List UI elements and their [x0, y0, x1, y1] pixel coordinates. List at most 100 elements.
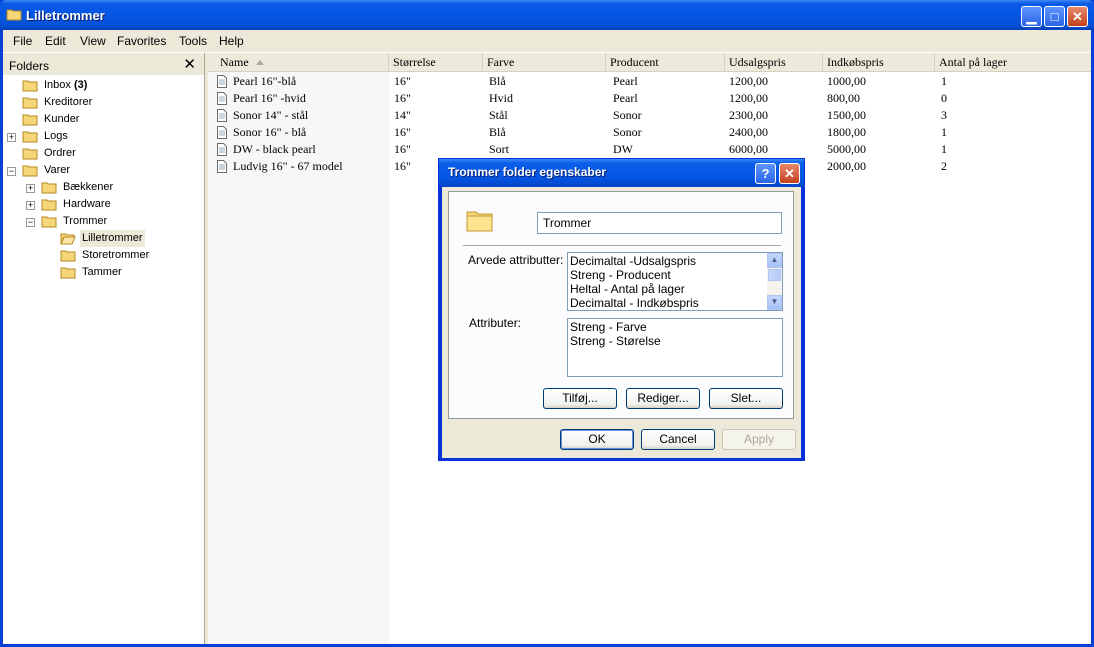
folder-icon: [41, 199, 57, 211]
open-folder-icon: [60, 233, 76, 245]
inherited-attributes-list[interactable]: Decimaltal -Udsalgspris Streng - Produce…: [567, 252, 783, 311]
list-item[interactable]: Decimaltal - Indkøbspris: [570, 296, 699, 310]
folder-icon: [6, 9, 22, 21]
menu-bar: File Edit View Favorites Tools Help: [3, 30, 1091, 53]
folders-pane: Folders ✕ Inbox (3) Kreditorer Kunder +: [3, 53, 205, 644]
collapse-icon[interactable]: −: [26, 218, 35, 227]
cancel-button[interactable]: Cancel: [641, 429, 715, 450]
folders-title: Folders: [9, 59, 50, 73]
add-attribute-button[interactable]: Tilføj...: [543, 388, 617, 409]
collapse-icon[interactable]: −: [7, 167, 16, 176]
table-cell: 2000,00: [827, 159, 866, 173]
table-row[interactable]: Sonor 16" - blå 16" Blå Sonor 2400,00 1800,00…: [208, 124, 1091, 141]
menu-tools[interactable]: Tools: [179, 34, 207, 48]
divider: [463, 245, 781, 246]
tree-item-label: Trommer: [63, 215, 108, 227]
folders-header: Folders ✕: [3, 53, 204, 76]
table-cell: 2400,00: [729, 125, 768, 139]
table-cell: 800,00: [827, 91, 860, 105]
expand-icon[interactable]: +: [7, 133, 16, 142]
dialog-title-bar[interactable]: Trommer folder egenskaber ? ✕: [439, 159, 804, 187]
table-cell: Sonor 14" - stål: [233, 108, 309, 122]
table-cell: Sonor 16" - blå: [233, 125, 307, 139]
tree-item-label: Tammer: [82, 266, 122, 278]
tree-item-label: Ordrer: [44, 147, 76, 159]
menu-edit[interactable]: Edit: [45, 34, 66, 48]
column-header-storrelse[interactable]: Størrelse: [389, 53, 483, 71]
table-cell: Blå: [489, 74, 506, 88]
column-header-udsalgspris[interactable]: Udsalgspris: [725, 53, 823, 71]
tree-item-label: Kunder: [44, 113, 80, 125]
properties-panel: Trommer Arvede attributter: Decimaltal -…: [448, 191, 794, 419]
table-cell: 1200,00: [729, 74, 768, 88]
maximize-icon: □: [1050, 9, 1059, 24]
close-icon: ✕: [1072, 9, 1083, 24]
document-icon: [217, 92, 227, 105]
table-cell: Ludvig 16" - 67 model: [233, 159, 343, 173]
table-row[interactable]: Pearl 16"-blå 16" Blå Pearl 1200,00 1000,00 1: [208, 73, 1091, 90]
table-row[interactable]: Pearl 16" -hvid 16" Hvid Pearl 1200,00 800,00…: [208, 90, 1091, 107]
document-icon: [217, 160, 227, 173]
column-header-antal[interactable]: Antal på lager: [935, 53, 1091, 71]
close-pane-icon[interactable]: ✕: [183, 55, 196, 73]
help-button[interactable]: ?: [755, 163, 776, 184]
table-cell: Pearl 16"-blå: [233, 74, 297, 88]
ok-button[interactable]: OK: [560, 429, 634, 450]
title-bar[interactable]: Lilletrommer ▁ □ ✕: [0, 0, 1094, 30]
menu-favorites[interactable]: Favorites: [117, 34, 166, 48]
scroll-up-icon[interactable]: ▲: [767, 253, 782, 268]
menu-help[interactable]: Help: [219, 34, 244, 48]
folder-icon: [60, 250, 76, 262]
attributes-list[interactable]: Streng - Farve Streng - Størelse: [567, 318, 783, 377]
column-header-indkobspris[interactable]: Indkøbspris: [823, 53, 935, 71]
minimize-icon: ▁: [1026, 9, 1037, 24]
table-cell: Hvid: [489, 91, 513, 105]
maximize-button[interactable]: □: [1044, 6, 1065, 27]
inherited-attributes-label: Arvede attributter:: [468, 253, 564, 267]
minimize-button[interactable]: ▁: [1021, 6, 1042, 27]
column-header-name[interactable]: Name: [208, 53, 389, 71]
sort-ascending-icon: [256, 60, 264, 65]
list-item[interactable]: Streng - Størelse: [570, 334, 661, 348]
document-icon: [217, 143, 227, 156]
table-cell: Sort: [489, 142, 510, 156]
folder-icon: [22, 97, 38, 109]
table-row[interactable]: DW - black pearl 16" Sort DW 6000,00 5000,00 1: [208, 141, 1091, 158]
folder-name-input[interactable]: Trommer: [537, 212, 782, 234]
document-icon: [217, 109, 227, 122]
list-item[interactable]: Streng - Farve: [570, 320, 647, 334]
scroll-down-icon[interactable]: ▼: [767, 295, 782, 310]
dialog-close-button[interactable]: ✕: [779, 163, 800, 184]
document-icon: [217, 126, 227, 139]
edit-attribute-button[interactable]: Rediger...: [626, 388, 700, 409]
close-button[interactable]: ✕: [1067, 6, 1088, 27]
vertical-scrollbar[interactable]: ▲ ▼: [767, 253, 782, 310]
menu-view[interactable]: View: [80, 34, 106, 48]
window-title: Lilletrommer: [26, 8, 105, 23]
table-row[interactable]: Sonor 14" - stål 14" Stål Sonor 2300,00 1500,…: [208, 107, 1091, 124]
table-cell: 5000,00: [827, 142, 866, 156]
list-item[interactable]: Streng - Producent: [570, 268, 671, 282]
delete-attribute-button[interactable]: Slet...: [709, 388, 783, 409]
table-cell: 16": [394, 74, 411, 88]
tree-item-label: Hardware: [63, 198, 111, 210]
table-cell: 1: [941, 142, 947, 156]
folder-icon: [41, 216, 57, 228]
tree-item-label: Logs: [44, 130, 68, 142]
column-header-farve[interactable]: Farve: [483, 53, 606, 71]
table-cell: 6000,00: [729, 142, 768, 156]
column-header-producent[interactable]: Producent: [606, 53, 725, 71]
table-cell: 2300,00: [729, 108, 768, 122]
tree-item-label: Varer: [44, 164, 71, 176]
tree-item-label: Kreditorer: [44, 96, 93, 108]
scroll-thumb[interactable]: [768, 269, 781, 281]
apply-button[interactable]: Apply: [722, 429, 796, 450]
table-cell: Sonor: [613, 108, 642, 122]
list-item[interactable]: Decimaltal -Udsalgspris: [570, 254, 696, 268]
table-cell: 3: [941, 108, 947, 122]
expand-icon[interactable]: +: [26, 184, 35, 193]
menu-file[interactable]: File: [13, 34, 32, 48]
expand-icon[interactable]: +: [26, 201, 35, 210]
table-cell: DW: [613, 142, 633, 156]
list-item[interactable]: Heltal - Antal på lager: [570, 282, 685, 296]
